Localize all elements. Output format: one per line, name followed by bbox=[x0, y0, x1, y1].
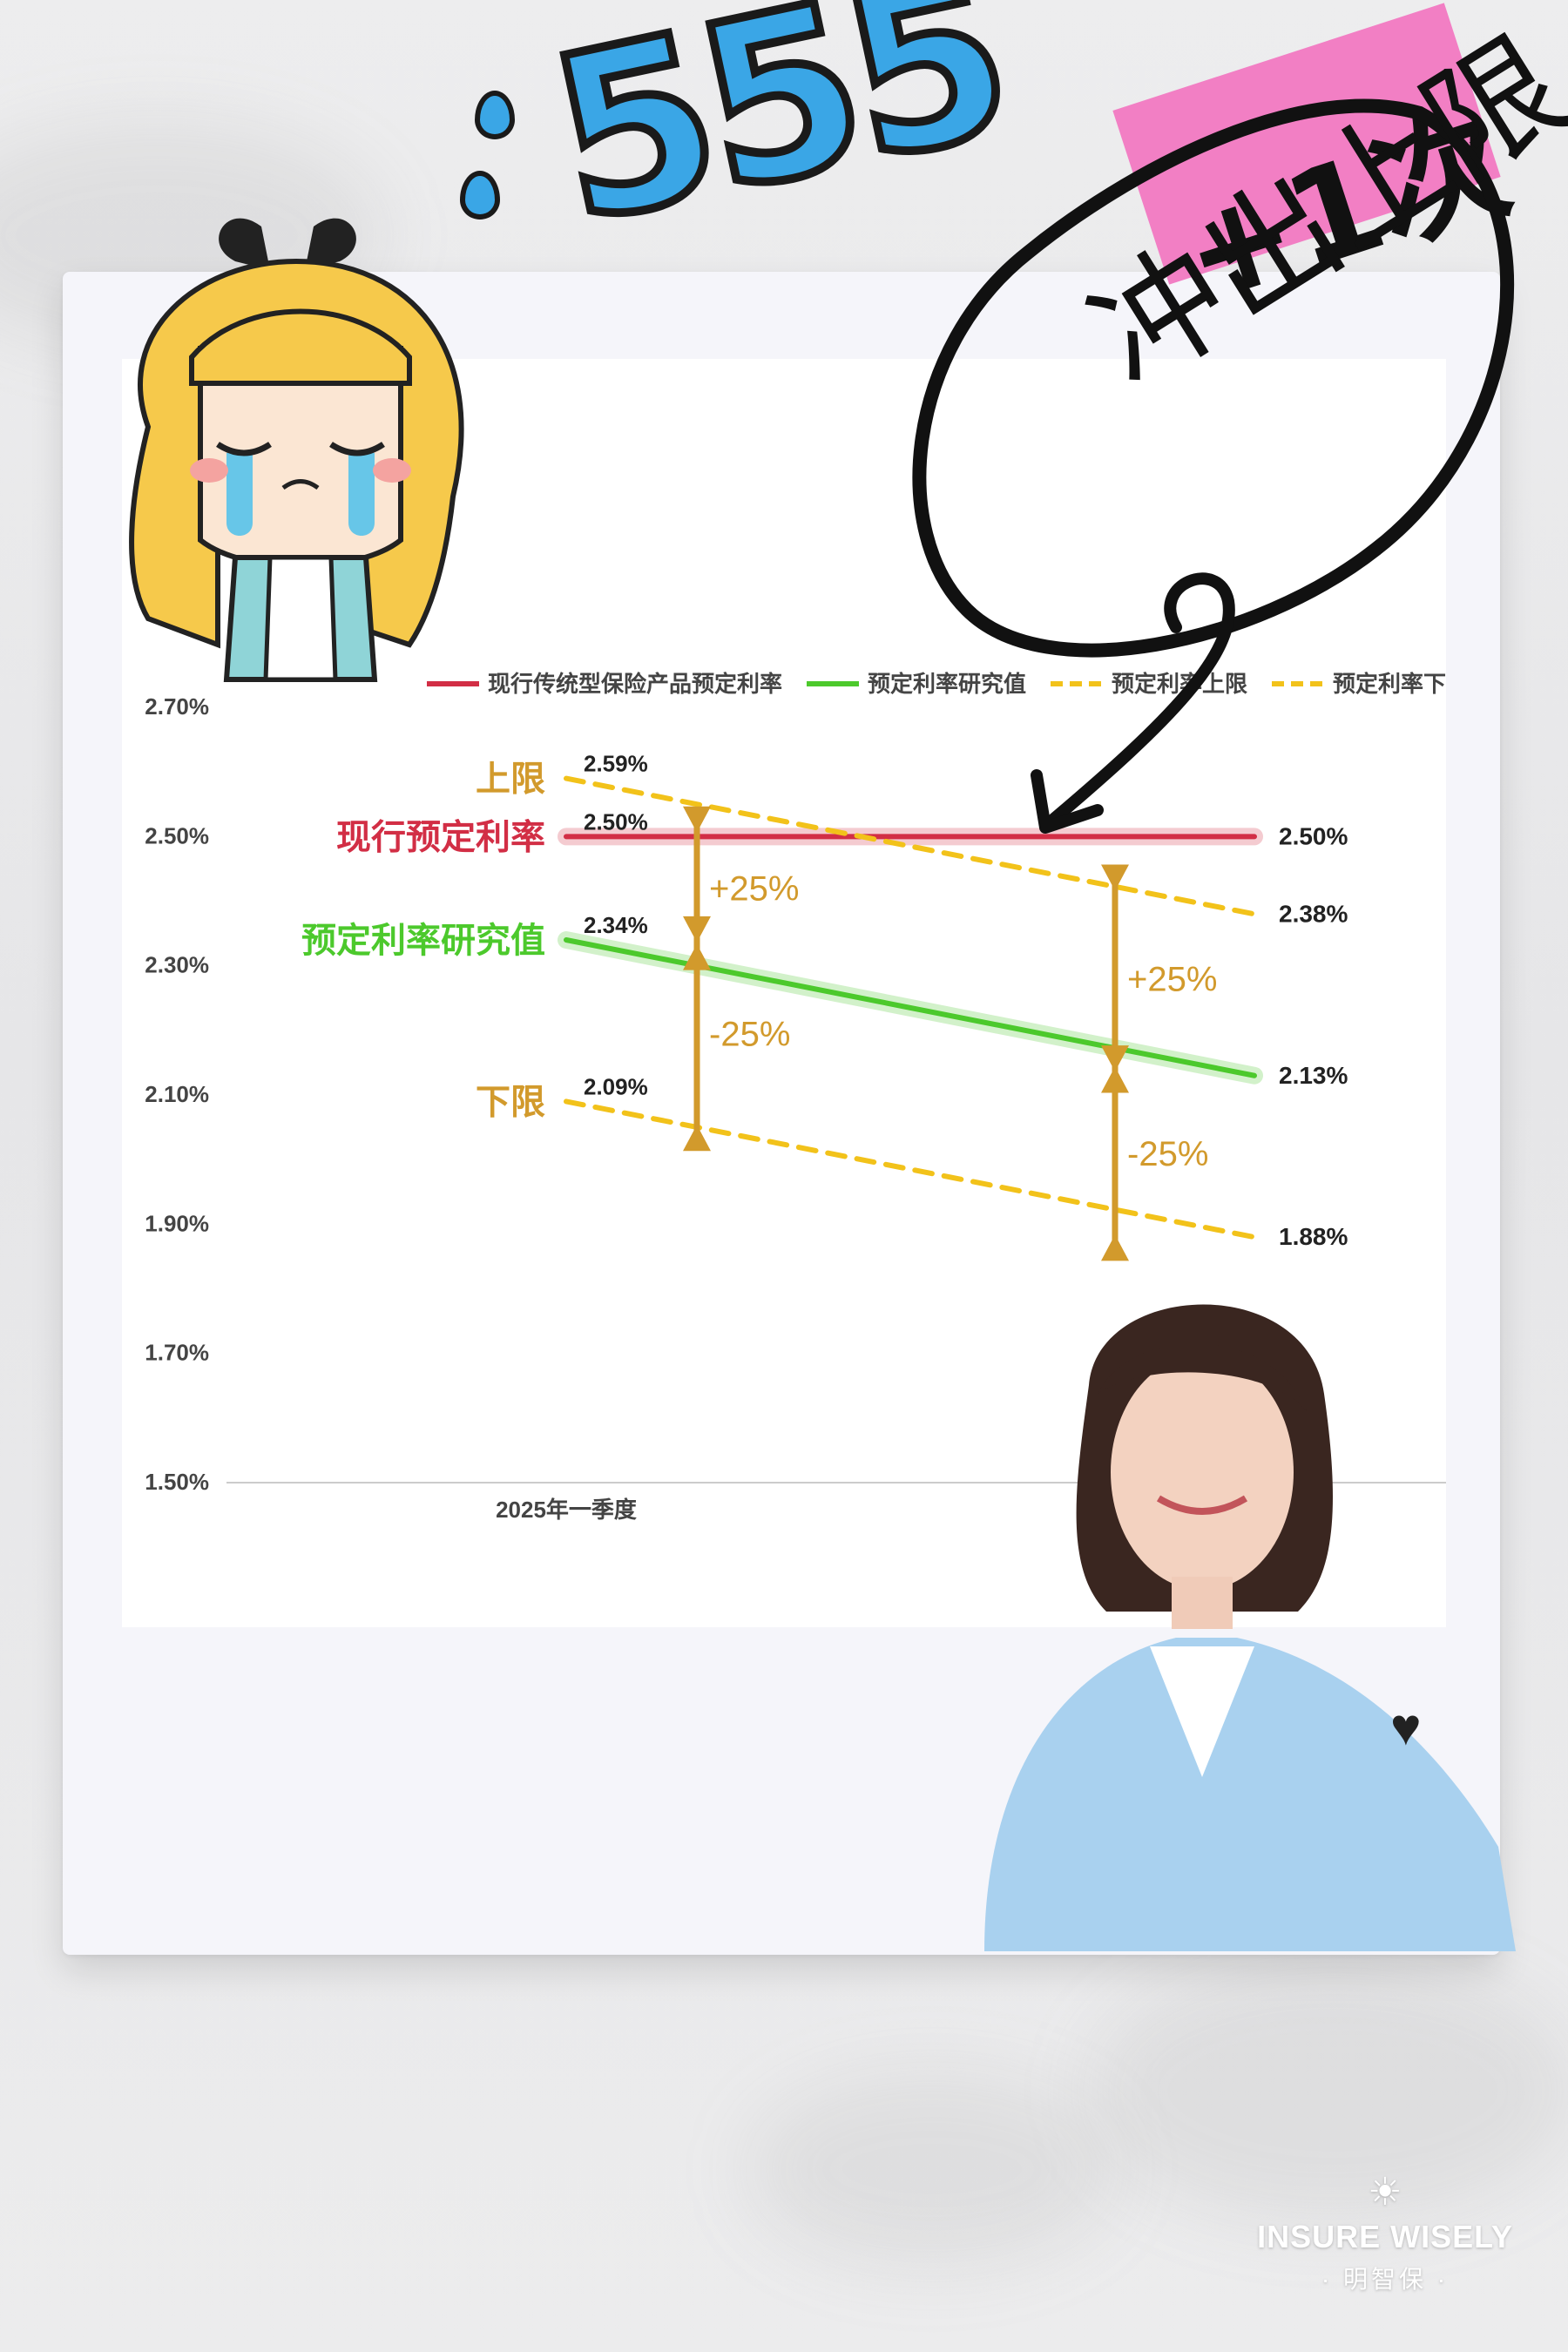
minus-arrow-q2-label: -25% bbox=[1127, 1135, 1208, 1173]
data-label: 2.59% bbox=[584, 751, 648, 777]
data-label: 2.09% bbox=[584, 1073, 648, 1099]
arrow-head-icon bbox=[683, 1125, 711, 1152]
y-tick-label: 1.90% bbox=[145, 1210, 209, 1236]
data-label: 2.13% bbox=[1279, 1062, 1348, 1089]
y-tick-label: 2.70% bbox=[145, 693, 209, 720]
crying-girl-illustration bbox=[129, 218, 464, 682]
legend-item: 现行传统型保险产品预定利率 bbox=[488, 671, 782, 697]
sun-icon: ☀ bbox=[1368, 2171, 1402, 2213]
background-shadow bbox=[749, 2073, 1115, 2265]
presenter-photo bbox=[984, 1304, 1516, 1951]
y-tick-label: 1.70% bbox=[145, 1340, 209, 1366]
current-rate-label: 现行预定利率 bbox=[336, 817, 545, 857]
bubble-tail-arrow bbox=[1048, 572, 1235, 825]
heart-icon: ♥ bbox=[1390, 1698, 1422, 1756]
y-tick-label: 2.10% bbox=[145, 1081, 209, 1107]
y-tick-label: 2.50% bbox=[145, 822, 209, 848]
brand-name-cn: · 明智保 · bbox=[1321, 2266, 1450, 2293]
data-label: 2.34% bbox=[584, 912, 648, 938]
y-tick-label: 2.30% bbox=[145, 952, 209, 978]
research-value-label: 预定利率研究值 bbox=[301, 921, 545, 961]
data-label: 2.38% bbox=[1279, 900, 1348, 927]
y-tick-label: 1.50% bbox=[145, 1469, 209, 1495]
data-label: 1.88% bbox=[1279, 1223, 1348, 1250]
x-tick-label: 2025年一季度 bbox=[496, 1497, 637, 1523]
arrow-head-icon bbox=[1101, 1234, 1129, 1261]
tear-drop-icon bbox=[475, 91, 515, 139]
minus-arrow-label: -25% bbox=[709, 1016, 790, 1054]
plus-arrow-label: +25% bbox=[709, 870, 799, 909]
upper-label: 上限 bbox=[476, 760, 545, 800]
data-label: 2.50% bbox=[584, 808, 648, 835]
brand-watermark: ☀ INSURE WISELY · 明智保 · bbox=[1254, 2173, 1516, 2295]
arrow-head-icon bbox=[683, 916, 711, 943]
plus-arrow-q2-label: +25% bbox=[1127, 961, 1217, 999]
lower-label: 下限 bbox=[476, 1082, 545, 1122]
brand-name: INSURE WISELY bbox=[1257, 2219, 1513, 2254]
